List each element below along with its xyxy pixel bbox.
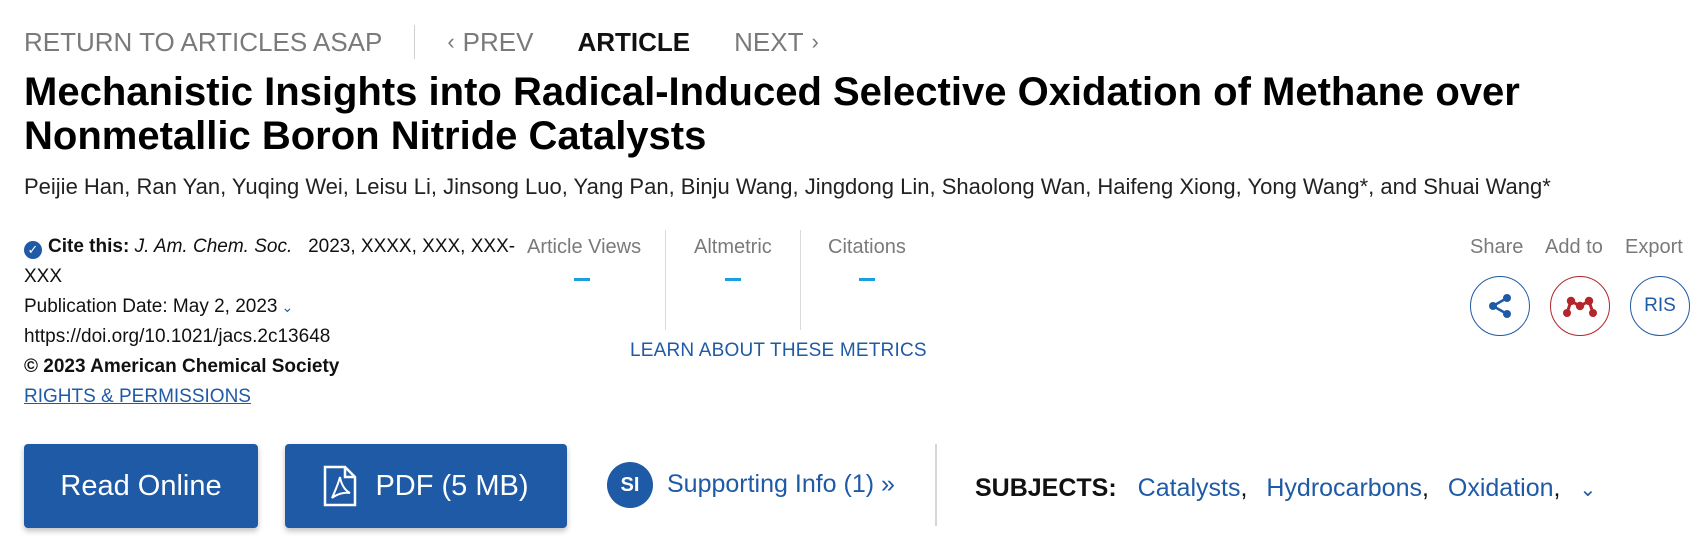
journal-name: J. Am. Chem. Soc. [134,236,293,257]
prev-label: PREV [462,26,534,57]
chevron-right-icon: › [811,29,819,54]
metric-divider [800,230,801,330]
cite-this-label[interactable]: Cite this: [48,236,129,257]
article-title: Mechanistic Insights into Radical-Induce… [24,70,1520,158]
author-list[interactable]: Peijie Han, Ran Yan, Yuqing Wei, Leisu L… [24,174,1551,200]
chevron-down-icon[interactable]: ⌄ [1579,479,1596,501]
tag-separator: , [1422,474,1429,502]
chevron-left-icon: ‹ [447,29,455,54]
supporting-info-link[interactable]: Supporting Info (1) » [667,470,895,499]
share-label: Share [1470,236,1524,258]
tag-separator: , [1553,474,1561,502]
subjects-row: SUBJECTS: Catalysts, Hydrocarbons, Oxida… [975,474,1596,503]
altmetric-value [725,278,741,281]
article-views-value [574,278,590,281]
current-article-label: ARTICLE [577,26,691,57]
prev-link[interactable]: ‹ PREV [447,27,533,58]
share-button[interactable] [1470,276,1530,336]
return-to-articles-link[interactable]: RETURN TO ARTICLES ASAP [24,27,382,58]
pdf-download-button[interactable]: PDF (5 MB) [285,444,567,528]
citations-value [859,278,875,281]
learn-metrics-link[interactable]: LEARN ABOUT THESE METRICS [630,340,927,362]
cite-line: ✓ Cite this: J. Am. Chem. Soc. 2023, XXXX… [24,232,544,292]
altmetric-label: Altmetric [694,236,772,258]
add-to-label: Add to [1545,236,1603,258]
copyright: © 2023 American Chemical Society [24,356,340,377]
subject-tag[interactable]: Catalysts [1138,474,1241,502]
si-badge-icon[interactable]: SI [607,462,653,508]
tag-separator: , [1240,474,1248,502]
subject-tag[interactable]: Oxidation [1448,474,1554,502]
citations-label: Citations [828,236,906,258]
metric-divider [665,230,666,330]
rights-permissions-link[interactable]: RIGHTS & PERMISSIONS [24,386,251,407]
doi-link[interactable]: https://doi.org/10.1021/jacs.2c13648 [24,322,544,352]
pdf-button-label: PDF (5 MB) [375,469,529,502]
check-circle-icon: ✓ [24,241,42,259]
citation-block: ✓ Cite this: J. Am. Chem. Soc. 2023, XXXX… [24,232,544,412]
publication-date: Publication Date: May 2, 2023 [24,296,278,317]
mendeley-icon [1563,296,1597,317]
next-link[interactable]: NEXT › [734,27,819,58]
add-to-mendeley-button[interactable] [1550,276,1610,336]
subjects-label: SUBJECTS: [975,474,1117,502]
export-ris-button[interactable]: RIS [1630,276,1690,336]
next-label: NEXT [734,26,804,57]
publication-date-row[interactable]: Publication Date: May 2, 2023 ⌄ [24,292,544,322]
subject-tag[interactable]: Hydrocarbons [1266,474,1422,502]
chevron-down-icon[interactable]: ⌄ [282,299,294,315]
read-online-button[interactable]: Read Online [24,444,258,528]
article-views-label: Article Views [527,236,642,258]
article-nav: RETURN TO ARTICLES ASAP ‹ PREV ARTICLE N… [24,25,819,59]
pdf-file-icon [324,465,357,507]
export-label: Export [1625,236,1683,258]
subjects-divider [935,444,937,526]
nav-divider [414,25,416,59]
share-icon [1489,294,1511,318]
